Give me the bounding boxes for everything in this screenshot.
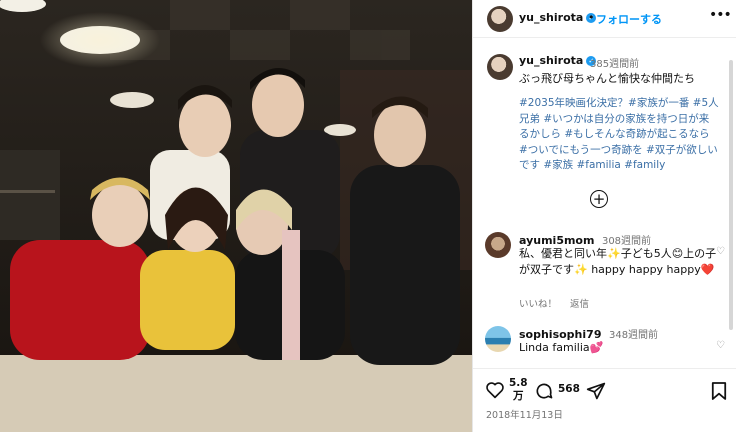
comment-text: Linda familia💕 <box>519 341 604 354</box>
author-avatar[interactable] <box>487 6 513 32</box>
comment-actions: いいね！ 返信 <box>519 296 599 310</box>
comment-icon[interactable] <box>534 381 554 401</box>
caption-avatar[interactable] <box>487 54 513 80</box>
comment-reply-link[interactable]: 返信 <box>570 299 589 310</box>
commenter-avatar[interactable] <box>485 326 511 352</box>
group-photo-image <box>0 0 472 432</box>
author-username[interactable]: yu_shirota ✓ <box>519 11 597 24</box>
comment-header: sophisophi79 348週間前 <box>519 326 658 341</box>
author-username-text[interactable]: yu_shirota <box>519 11 583 24</box>
caption-text: ぶっ飛び母ちゃんと愉快な仲間たち <box>519 72 695 85</box>
follow-button[interactable]: フォローする <box>596 11 662 27</box>
post-side-panel: yu_shirota ✓ • フォローする ••• yu_shirota ✓ 385… <box>472 0 736 432</box>
caption-username-text[interactable]: yu_shirota <box>519 54 583 67</box>
caption-age[interactable]: 385週間前 <box>590 55 639 70</box>
plus-circle-icon[interactable]: + <box>590 190 608 208</box>
comment-text: 私、優君と同い年✨子ども5人😊上の子が双子です✨ happy happy hap… <box>519 247 717 276</box>
post-actions: 5.8 万 568 2018年11月13日 <box>473 368 736 433</box>
comment-heart-icon[interactable]: ♡ <box>716 340 725 351</box>
comment-header: ayumi5mom 308週間前 <box>519 232 651 247</box>
more-icon[interactable]: ••• <box>709 7 732 23</box>
heart-icon[interactable] <box>485 381 505 399</box>
caption-username[interactable]: yu_shirota ✓ <box>519 54 597 67</box>
like-count[interactable]: 5.8 万 <box>509 377 528 403</box>
caption-hashtags[interactable]: #2035年映画化決定？#家族が一番 #5人兄弟 #いつかは自分の家族を持つ日が… <box>519 96 719 174</box>
scrollbar[interactable] <box>729 60 733 330</box>
post-photo[interactable] <box>0 0 472 432</box>
bookmark-icon[interactable] <box>711 381 727 401</box>
comment-count[interactable]: 568 <box>558 383 580 395</box>
comment-like-link[interactable]: いいね！ <box>519 299 557 310</box>
like-count-number[interactable]: 5.8 <box>509 377 528 390</box>
like-count-unit[interactable]: 万 <box>509 390 528 403</box>
post-date[interactable]: 2018年11月13日 <box>486 407 563 421</box>
separator-dot: • <box>588 11 595 24</box>
commenter-avatar[interactable] <box>485 232 511 258</box>
comment-heart-icon[interactable]: ♡ <box>716 246 725 257</box>
share-icon[interactable] <box>586 381 606 401</box>
post-header: yu_shirota ✓ • フォローする ••• <box>473 0 736 38</box>
